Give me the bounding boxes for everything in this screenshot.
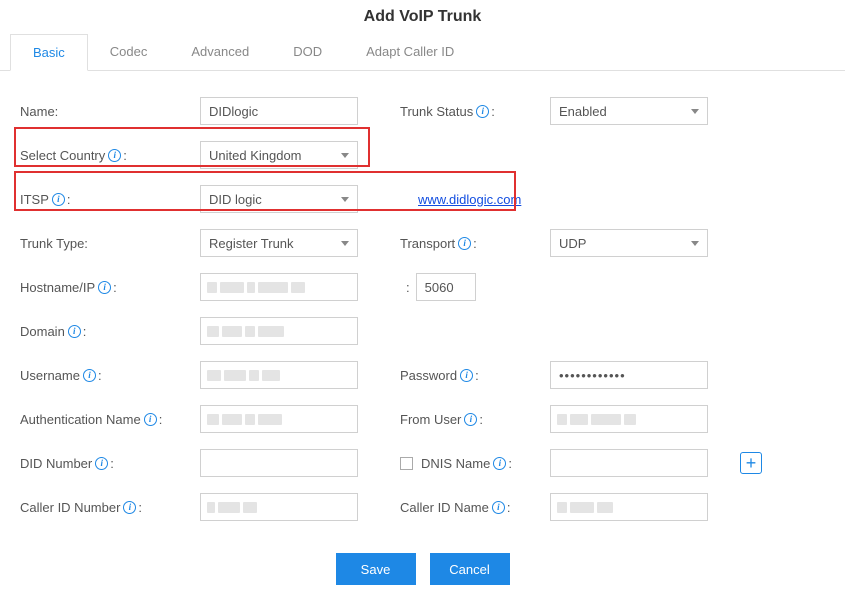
info-icon[interactable]: i [95, 457, 108, 470]
did-number-label: DID Number i : [20, 456, 200, 471]
chevron-down-icon [691, 109, 699, 114]
info-icon[interactable]: i [108, 149, 121, 162]
auth-name-label: Authentication Name i : [20, 412, 200, 427]
hostname-label: Hostname/IP i : [20, 280, 200, 295]
add-button[interactable]: + [740, 452, 762, 474]
info-icon[interactable]: i [83, 369, 96, 382]
chevron-down-icon [341, 197, 349, 202]
tab-dod[interactable]: DOD [271, 34, 344, 70]
username-input[interactable] [200, 361, 358, 389]
password-input[interactable] [550, 361, 708, 389]
dnis-checkbox[interactable] [400, 457, 413, 470]
chevron-down-icon [691, 241, 699, 246]
port-separator: : [406, 280, 410, 295]
caller-id-number-input[interactable] [200, 493, 358, 521]
plus-icon: + [746, 454, 757, 472]
itsp-link[interactable]: www.didlogic.com [418, 192, 521, 207]
info-icon[interactable]: i [123, 501, 136, 514]
info-icon[interactable]: i [98, 281, 111, 294]
from-user-input[interactable] [550, 405, 708, 433]
tab-advanced[interactable]: Advanced [169, 34, 271, 70]
itsp-label: ITSP i : [20, 192, 200, 207]
domain-label: Domain i : [20, 324, 200, 339]
info-icon[interactable]: i [68, 325, 81, 338]
name-label: Name: [20, 104, 200, 119]
trunk-status-select[interactable]: Enabled [550, 97, 708, 125]
trunk-status-label: Trunk Status i : [400, 104, 550, 119]
info-icon[interactable]: i [458, 237, 471, 250]
caller-id-name-input[interactable] [550, 493, 708, 521]
domain-input[interactable] [200, 317, 358, 345]
info-icon[interactable]: i [52, 193, 65, 206]
transport-label: Transport i : [400, 236, 550, 251]
did-number-input[interactable] [200, 449, 358, 477]
username-label: Username i : [20, 368, 200, 383]
from-user-label: From User i : [400, 412, 550, 427]
select-country-select[interactable]: United Kingdom [200, 141, 358, 169]
trunk-type-select[interactable]: Register Trunk [200, 229, 358, 257]
itsp-select[interactable]: DID logic [200, 185, 358, 213]
info-icon[interactable]: i [460, 369, 473, 382]
info-icon[interactable]: i [476, 105, 489, 118]
tab-codec[interactable]: Codec [88, 34, 170, 70]
select-country-label: Select Country i : [20, 148, 200, 163]
tab-basic[interactable]: Basic [10, 34, 88, 71]
info-icon[interactable]: i [493, 457, 506, 470]
hostname-input[interactable] [200, 273, 358, 301]
chevron-down-icon [341, 241, 349, 246]
caller-id-name-label: Caller ID Name i : [400, 500, 550, 515]
dnis-name-label: DNIS Name i : [400, 456, 550, 471]
chevron-down-icon [341, 153, 349, 158]
name-input[interactable] [200, 97, 358, 125]
password-label: Password i : [400, 368, 550, 383]
tabs: Basic Codec Advanced DOD Adapt Caller ID [0, 34, 845, 71]
cancel-button[interactable]: Cancel [430, 553, 510, 585]
info-icon[interactable]: i [492, 501, 505, 514]
transport-select[interactable]: UDP [550, 229, 708, 257]
save-button[interactable]: Save [336, 553, 416, 585]
dnis-name-input[interactable] [550, 449, 708, 477]
caller-id-number-label: Caller ID Number i : [20, 500, 200, 515]
port-input[interactable] [416, 273, 476, 301]
info-icon[interactable]: i [144, 413, 157, 426]
tab-adapt-caller-id[interactable]: Adapt Caller ID [344, 34, 476, 70]
auth-name-input[interactable] [200, 405, 358, 433]
trunk-type-label: Trunk Type: [20, 236, 200, 251]
info-icon[interactable]: i [464, 413, 477, 426]
page-title: Add VoIP Trunk [0, 0, 845, 34]
